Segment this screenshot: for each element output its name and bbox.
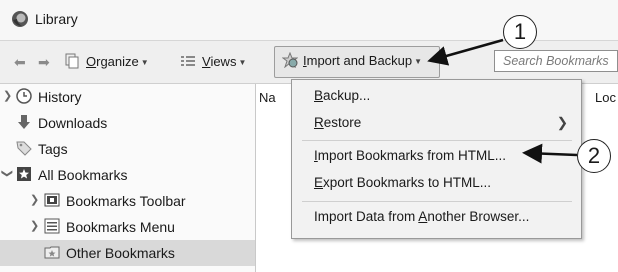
callout-arrow-1: [427, 38, 504, 66]
callout-badge-2: 2: [577, 139, 611, 173]
library-window: Library ⬅ ➡ Organize ▼ Views ▼ Import an…: [0, 0, 618, 272]
callout-badge-1: 1: [503, 15, 537, 49]
callout-arrow-2: [522, 143, 578, 164]
